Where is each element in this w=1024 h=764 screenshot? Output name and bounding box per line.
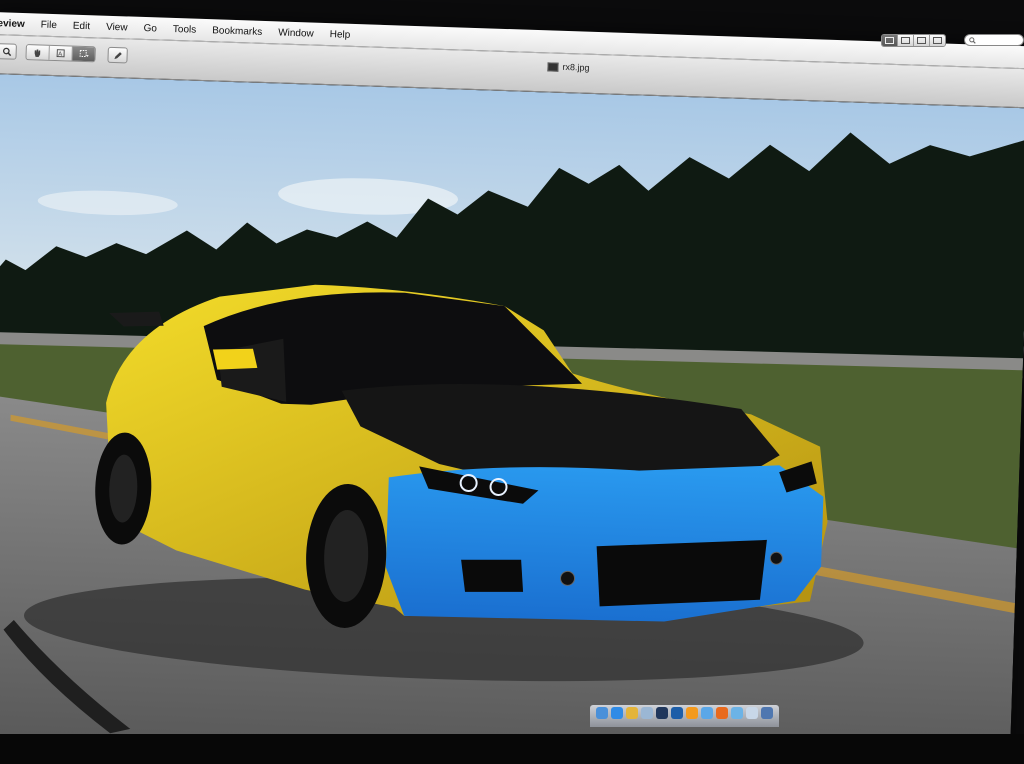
safari-icon[interactable] [611, 707, 623, 719]
menu-help[interactable]: Help [322, 28, 359, 41]
app-icon[interactable] [746, 707, 758, 719]
photo-rx8 [0, 73, 1024, 764]
select-tool-button[interactable] [72, 46, 95, 62]
ai-icon[interactable] [686, 707, 698, 719]
single-page-icon [885, 37, 894, 44]
tool-group: A [25, 44, 96, 63]
view-sidebar-button[interactable] [930, 35, 945, 46]
preview-icon[interactable] [731, 707, 743, 719]
side-mirror [212, 348, 258, 370]
search-icon [969, 36, 976, 44]
view-mode-group [881, 34, 946, 47]
text-tool-button[interactable]: A [49, 45, 73, 61]
menu-window[interactable]: Window [270, 27, 322, 40]
menu-go[interactable]: Go [135, 22, 165, 34]
view-single-button[interactable] [882, 35, 898, 46]
menu-view[interactable]: View [98, 21, 136, 33]
image-canvas[interactable] [0, 73, 1024, 764]
menu-edit[interactable]: Edit [65, 20, 99, 32]
two-page-icon [901, 37, 910, 44]
svg-text:A: A [58, 52, 62, 58]
fog-light-left [560, 570, 576, 586]
view-two-page-button[interactable] [898, 35, 914, 46]
document-title: rx8.jpg [562, 61, 590, 73]
menu-bookmarks[interactable]: Bookmarks [204, 24, 270, 38]
monitor-bezel-bottom [0, 734, 1024, 764]
text-select-icon: A [56, 49, 65, 58]
firefox-icon[interactable] [716, 707, 728, 719]
hand-icon [34, 48, 41, 57]
intake-left [461, 559, 524, 592]
magnifier-icon [2, 47, 11, 56]
chrome-icon[interactable] [626, 707, 638, 719]
window-title: rx8.jpg [547, 61, 590, 73]
app-icon-2[interactable] [761, 707, 773, 719]
zoom-button[interactable] [0, 43, 17, 60]
rect-select-icon [79, 49, 89, 58]
fog-light-right [769, 551, 783, 565]
grid-icon [917, 37, 926, 44]
menu-app-name[interactable]: review [0, 17, 33, 29]
mail-icon[interactable] [641, 707, 653, 719]
front-grille [596, 539, 767, 607]
annotate-button[interactable] [107, 46, 128, 64]
search-field[interactable] [964, 34, 1024, 46]
dock [590, 705, 779, 727]
jpg-file-icon [547, 61, 559, 72]
move-tool-button[interactable] [26, 45, 50, 60]
itunes-icon[interactable] [701, 707, 713, 719]
ps-icon-2[interactable] [671, 707, 683, 719]
menu-tools[interactable]: Tools [165, 23, 205, 35]
pencil-icon [113, 51, 122, 59]
view-grid-button[interactable] [914, 35, 930, 46]
finder-icon[interactable] [596, 707, 608, 719]
sidebar-icon [933, 37, 942, 44]
ps-icon[interactable] [656, 707, 668, 719]
menu-file[interactable]: File [33, 19, 65, 31]
preview-window: review File Edit View Go Tools Bookmarks… [0, 12, 1024, 764]
monitor-screen: review File Edit View Go Tools Bookmarks… [0, 0, 1024, 764]
